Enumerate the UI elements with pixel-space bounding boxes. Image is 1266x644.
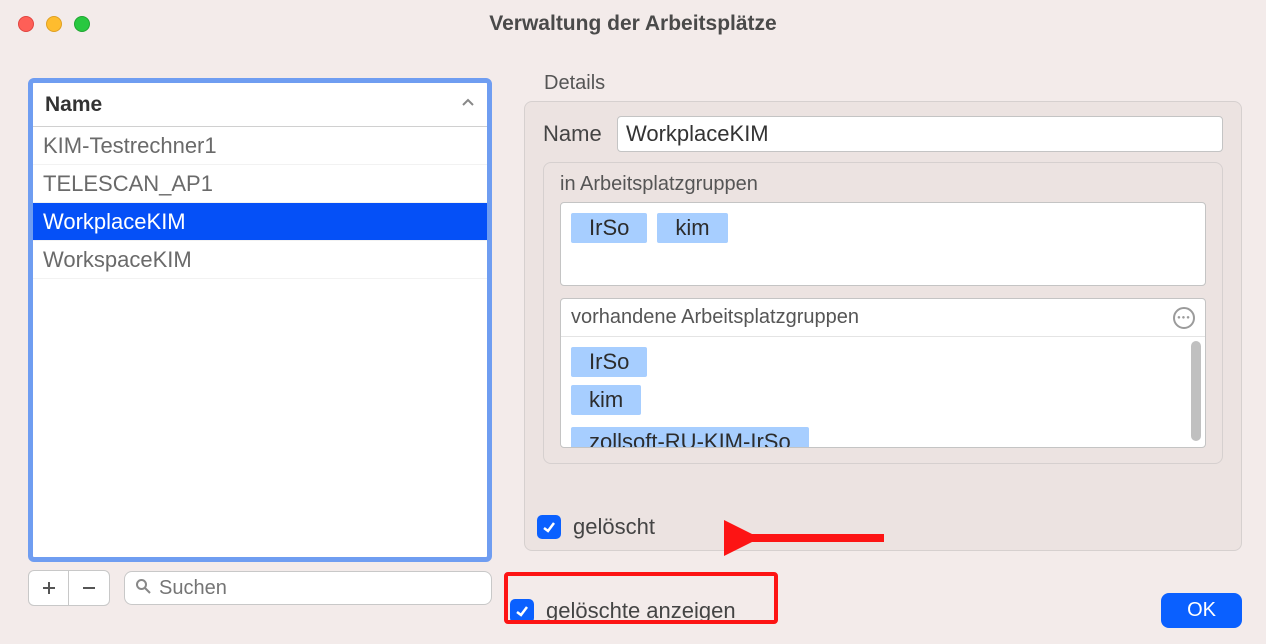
search-icon — [135, 578, 151, 599]
titlebar: Verwaltung der Arbeitsplätze — [0, 0, 1266, 48]
scrollbar[interactable] — [1191, 341, 1201, 441]
search-input[interactable] — [157, 576, 481, 601]
available-group-chip[interactable]: kim — [571, 385, 641, 415]
deleted-label: gelöscht — [573, 514, 655, 540]
groups-panel: in Arbeitsplatzgruppen IrSokim vorhanden… — [543, 162, 1223, 464]
add-remove-group — [28, 570, 110, 606]
ok-button[interactable]: OK — [1161, 593, 1242, 628]
name-field[interactable] — [617, 116, 1223, 152]
zoom-icon[interactable] — [74, 16, 90, 32]
deleted-row[interactable]: gelöscht — [537, 514, 655, 540]
group-chip[interactable]: kim — [657, 213, 727, 243]
details-section-label: Details — [544, 72, 1242, 95]
search-box[interactable] — [124, 571, 492, 605]
available-groups-label: vorhandene Arbeitsplatzgruppen — [571, 306, 859, 329]
minimize-icon[interactable] — [46, 16, 62, 32]
list-item[interactable]: WorkplaceKIM — [33, 203, 487, 241]
available-groups-box[interactable]: vorhandene Arbeitsplatzgruppen ●●● IrSo k… — [560, 298, 1206, 448]
remove-button[interactable] — [69, 571, 109, 605]
more-icon[interactable]: ●●● — [1173, 307, 1195, 329]
show-deleted-checkbox[interactable] — [510, 599, 534, 623]
window-controls — [18, 16, 90, 32]
chevron-up-icon — [461, 94, 475, 115]
deleted-checkbox[interactable] — [537, 515, 561, 539]
close-icon[interactable] — [18, 16, 34, 32]
name-field-label: Name — [543, 121, 617, 147]
show-deleted-label: gelöschte anzeigen — [546, 598, 736, 624]
name-list[interactable]: Name KIM-Testrechner1TELESCAN_AP1Workpla… — [28, 78, 492, 562]
list-item[interactable]: KIM-Testrechner1 — [33, 127, 487, 165]
window-title: Verwaltung der Arbeitsplätze — [0, 12, 1266, 36]
details-panel: Name in Arbeitsplatzgruppen IrSokim vorh… — [524, 101, 1242, 551]
in-groups-box[interactable]: IrSokim — [560, 202, 1206, 286]
group-chip[interactable]: IrSo — [571, 213, 647, 243]
show-deleted-row[interactable]: gelöschte anzeigen — [510, 598, 736, 624]
list-item[interactable]: TELESCAN_AP1 — [33, 165, 487, 203]
available-group-chip[interactable]: zollsoft-RU-KIM-IrSo — [571, 427, 809, 447]
name-column-label: Name — [45, 93, 102, 117]
add-button[interactable] — [29, 571, 69, 605]
name-list-header[interactable]: Name — [33, 83, 487, 127]
available-group-chip[interactable]: IrSo — [571, 347, 647, 377]
in-groups-label: in Arbeitsplatzgruppen — [560, 173, 1206, 196]
list-item[interactable]: WorkspaceKIM — [33, 241, 487, 279]
